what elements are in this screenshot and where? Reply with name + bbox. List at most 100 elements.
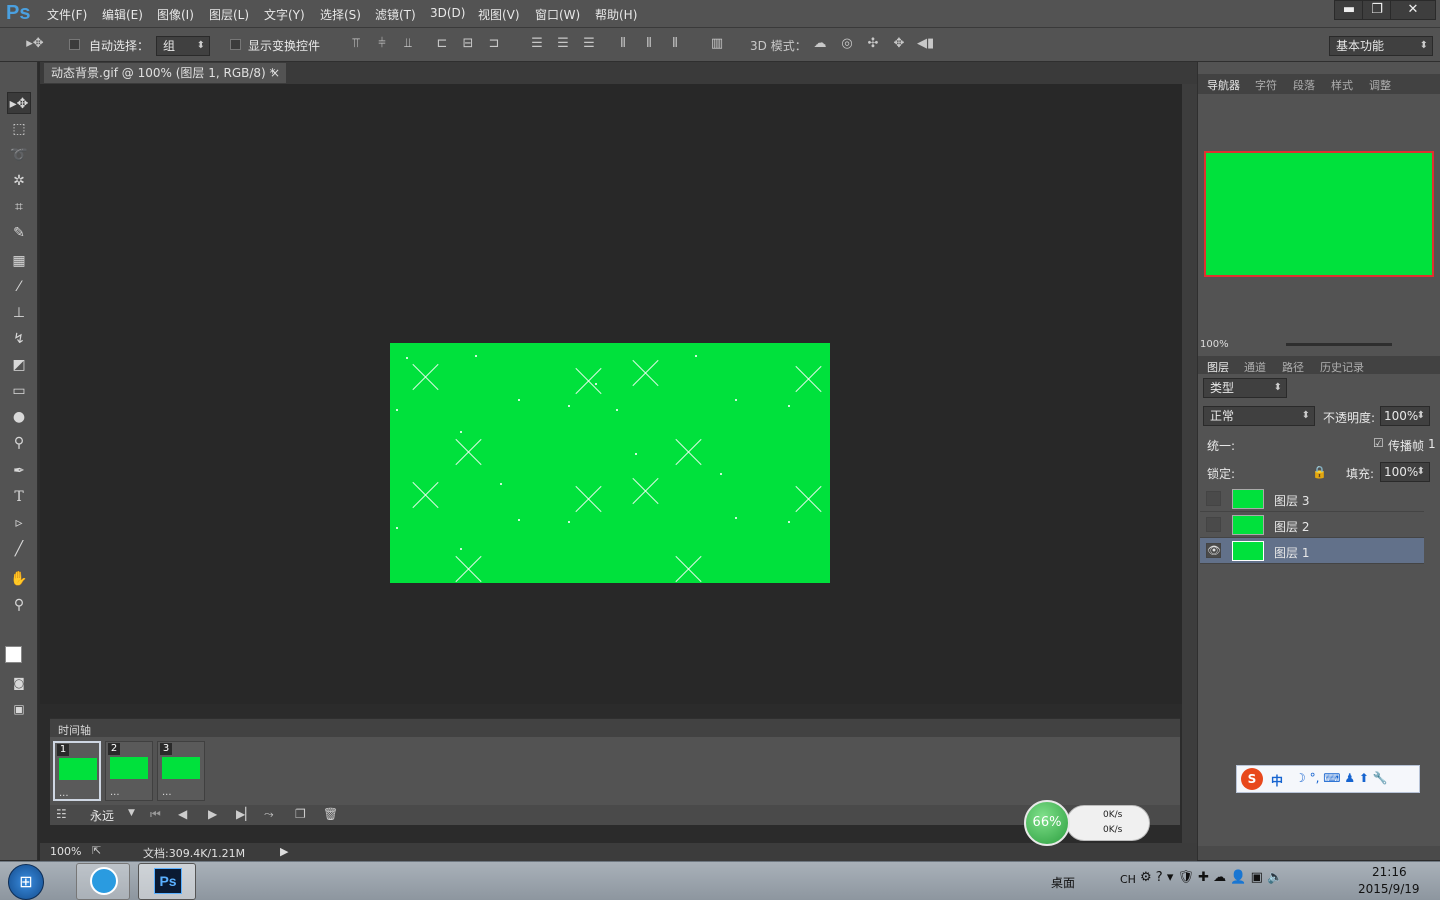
tray-icons[interactable]: ⚙ ? ▾ 🛡 ✚ ☁ 👤 ▣ 🔈	[1140, 870, 1283, 885]
timeline-menu-icon[interactable]: ☷	[56, 807, 67, 821]
path-selection-tool-icon[interactable]: ▹	[7, 512, 31, 534]
export-icon[interactable]: ⇱	[92, 844, 101, 857]
layer-row[interactable]: 图层 3	[1200, 486, 1424, 512]
menu-edit[interactable]: 编辑(E)	[102, 6, 143, 23]
lock-all-icon[interactable]: 🔒	[1312, 465, 1327, 479]
menu-3d[interactable]: 3D(D)	[430, 6, 465, 20]
visibility-toggle[interactable]	[1206, 517, 1221, 532]
ime-toolbar[interactable]: S 中 ☽ °, ⌨ ♟ ⬆ 🔧	[1236, 765, 1420, 793]
canvas-scrollbar[interactable]	[1182, 84, 1197, 844]
zoom-tool-icon[interactable]: ⚲	[7, 594, 31, 616]
layer-row-selected[interactable]: 👁 图层 1	[1200, 538, 1424, 564]
first-frame-icon[interactable]: ⏮	[150, 807, 161, 822]
tab-adjustments[interactable]: 调整	[1369, 77, 1391, 93]
fill-input[interactable]: 100%	[1380, 462, 1430, 482]
align-right-icon[interactable]: ⊐	[486, 36, 502, 52]
menu-window[interactable]: 窗口(W)	[535, 6, 580, 23]
taskbar-app-browser[interactable]	[76, 863, 130, 900]
menu-view[interactable]: 视图(V)	[478, 6, 520, 23]
align-top-icon[interactable]: ⫪	[348, 36, 364, 52]
align-vcenter-icon[interactable]: ⫩	[374, 36, 390, 52]
pen-tool-icon[interactable]: ✒	[7, 460, 31, 482]
duplicate-frame-icon[interactable]: ❐	[295, 807, 306, 821]
foreground-color-swatch[interactable]	[5, 646, 22, 663]
distribute-left-icon[interactable]: ⦀	[615, 36, 631, 52]
move-tool-icon[interactable]: ▸✥	[7, 92, 31, 114]
brush-tool-icon[interactable]: ⁄	[7, 276, 31, 298]
play-icon[interactable]: ▶	[208, 807, 217, 821]
healing-brush-tool-icon[interactable]: ▦	[7, 250, 31, 272]
dodge-tool-icon[interactable]: ⚲	[7, 432, 31, 454]
3d-slide-icon[interactable]: ✥	[891, 36, 907, 52]
ime-mode[interactable]: 中	[1271, 772, 1283, 789]
eraser-tool-icon[interactable]: ◩	[7, 354, 31, 376]
document-close-icon[interactable]: ×	[270, 63, 280, 83]
close-button[interactable]: ✕	[1390, 0, 1436, 20]
tab-navigator[interactable]: 导航器	[1207, 77, 1240, 93]
menu-file[interactable]: 文件(F)	[47, 6, 87, 23]
clock-time[interactable]: 21:16	[1372, 865, 1407, 879]
status-zoom[interactable]: 100%	[50, 845, 81, 858]
tab-history[interactable]: 历史记录	[1320, 359, 1364, 375]
magic-wand-tool-icon[interactable]: ✲	[7, 170, 31, 192]
restore-button[interactable]: ❐	[1362, 0, 1392, 20]
loop-dropdown[interactable]: 永远	[90, 807, 114, 824]
hand-tool-icon[interactable]: ✋	[7, 568, 31, 590]
align-bottom-icon[interactable]: ⫫	[400, 36, 416, 52]
blend-mode-dropdown[interactable]: 正常	[1203, 406, 1315, 426]
tab-channels[interactable]: 通道	[1244, 359, 1266, 375]
menu-help[interactable]: 帮助(H)	[595, 6, 637, 23]
tween-icon[interactable]: ⤳	[264, 807, 274, 822]
ime-options-icons[interactable]: ☽ °, ⌨ ♟ ⬆ 🔧	[1295, 771, 1388, 785]
desktop-toolbar-label[interactable]: 桌面	[1051, 874, 1075, 891]
taskbar-app-photoshop[interactable]: Ps	[138, 863, 196, 900]
auto-select-dropdown[interactable]: 组	[156, 36, 210, 56]
propagate-checkbox[interactable]: ☑	[1373, 436, 1384, 450]
crop-tool-icon[interactable]: ⌗	[7, 196, 31, 218]
auto-select-checkbox[interactable]	[69, 39, 80, 50]
status-menu-arrow-icon[interactable]: ▶	[280, 845, 288, 858]
tab-layers[interactable]: 图层	[1207, 359, 1229, 375]
menu-select[interactable]: 选择(S)	[320, 6, 361, 23]
minimize-button[interactable]: ▬	[1334, 0, 1364, 20]
3d-rotate-icon[interactable]: ☁	[812, 36, 828, 52]
distribute-top-icon[interactable]: ☰	[529, 36, 545, 52]
tab-character[interactable]: 字符	[1255, 77, 1277, 93]
type-tool-icon[interactable]: T	[7, 486, 31, 508]
tab-styles[interactable]: 样式	[1331, 77, 1353, 93]
marquee-tool-icon[interactable]: ⬚	[7, 118, 31, 140]
gradient-tool-icon[interactable]: ▭	[7, 380, 31, 402]
eyedropper-tool-icon[interactable]: ✎	[7, 222, 31, 244]
menu-filter[interactable]: 滤镜(T)	[375, 6, 416, 23]
distribute-hcenter-icon[interactable]: ⦀	[641, 36, 657, 52]
menu-image[interactable]: 图像(I)	[157, 6, 194, 23]
move-tool-preset-icon[interactable]: ▸✥	[22, 36, 48, 52]
tab-paths[interactable]: 路径	[1282, 359, 1304, 375]
navigator-zoom[interactable]: 100%	[1200, 339, 1229, 350]
next-frame-icon[interactable]: ▶▏	[236, 807, 254, 821]
align-hcenter-icon[interactable]: ⊟	[460, 36, 476, 52]
loop-chevron-icon[interactable]: ▼	[128, 808, 135, 818]
menu-type[interactable]: 文字(Y)	[264, 6, 305, 23]
delete-frame-icon[interactable]: 🗑	[323, 807, 338, 821]
document-tab[interactable]: 动态背景.gif @ 100% (图层 1, RGB/8) * ×	[44, 63, 286, 83]
3d-scale-icon[interactable]: ◀▮	[917, 36, 934, 52]
quick-mask-icon[interactable]: ◙	[7, 672, 31, 694]
document-canvas-image[interactable]	[390, 343, 830, 583]
opacity-input[interactable]: 100%	[1380, 406, 1430, 426]
screen-mode-icon[interactable]: ▣	[7, 698, 31, 720]
menu-layer[interactable]: 图层(L)	[209, 6, 249, 23]
history-brush-tool-icon[interactable]: ↯	[7, 328, 31, 350]
visibility-toggle[interactable]	[1206, 491, 1221, 506]
frame-1[interactable]: 1 ...	[53, 741, 101, 801]
clock-date[interactable]: 2015/9/19	[1358, 882, 1420, 896]
distribute-bottom-icon[interactable]: ☰	[581, 36, 597, 52]
frame-2[interactable]: 2 ...	[105, 741, 153, 801]
blur-tool-icon[interactable]: ●	[7, 406, 31, 428]
clone-stamp-tool-icon[interactable]: ⊥	[7, 302, 31, 324]
frame-3[interactable]: 3 ...	[157, 741, 205, 801]
3d-roll-icon[interactable]: ◎	[839, 36, 855, 52]
workspace-dropdown[interactable]: 基本功能	[1329, 36, 1433, 56]
navigator-preview[interactable]	[1204, 151, 1434, 277]
sogou-icon[interactable]: S	[1241, 768, 1263, 790]
